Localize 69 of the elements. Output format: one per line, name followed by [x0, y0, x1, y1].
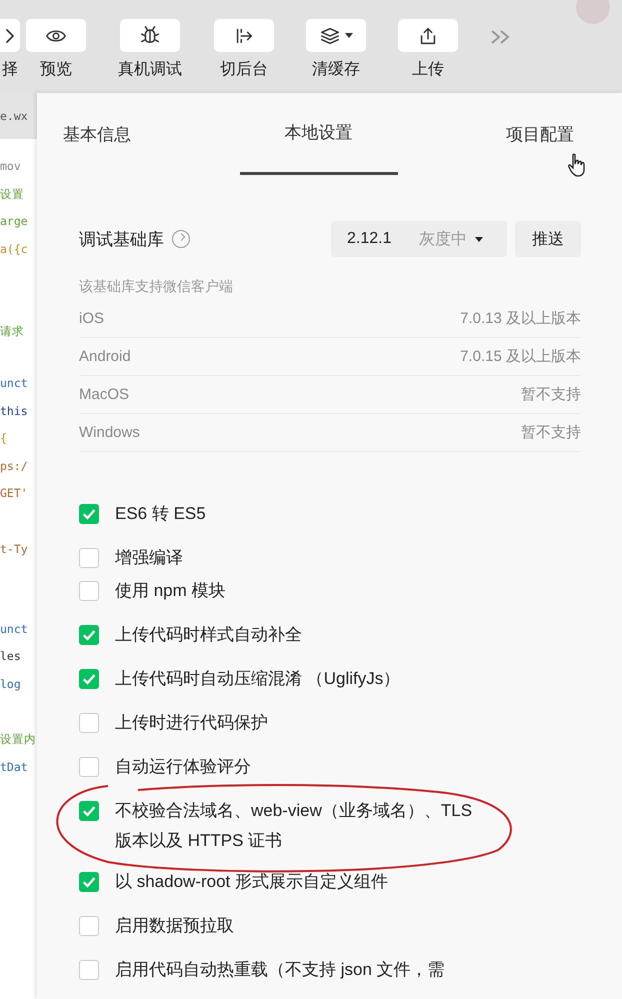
code-text: 设置 [0, 186, 25, 203]
checkbox[interactable] [79, 801, 99, 821]
checkbox[interactable] [79, 625, 99, 645]
toolbar-label: 预览 [40, 60, 72, 80]
tab[interactable]: 本地设置 [240, 93, 398, 175]
version-requirement: 暂不支持 [521, 423, 581, 443]
option-label: 上传代码时样式自动补全 [115, 624, 302, 646]
hand-cursor-icon [567, 153, 587, 177]
checkbox[interactable] [79, 548, 99, 568]
platform-name: Android [79, 347, 131, 367]
option-label: 上传代码时自动压缩混淆 （UglifyJs） [115, 668, 400, 690]
toolbar-label: 择 [2, 60, 18, 80]
option-label: 启用数据预拉取 [115, 915, 234, 937]
caret-icon [475, 236, 483, 242]
toolbar-button[interactable] [306, 19, 366, 52]
checkbox[interactable] [79, 669, 99, 689]
option-label: ES6 转 ES5 [115, 503, 206, 525]
toolbar-button[interactable] [214, 19, 274, 52]
tab[interactable]: 基本信息 [48, 93, 146, 175]
platform-name: Windows [79, 423, 140, 443]
code-text: t-Ty [0, 540, 29, 558]
code-text: mov [0, 158, 22, 175]
code-text: les [0, 648, 22, 666]
push-button[interactable]: 推送 [515, 221, 581, 257]
code-text: a({c [0, 240, 29, 258]
code-text: this [0, 402, 29, 420]
checkbox[interactable] [79, 713, 99, 733]
code-text: 设置内 [0, 731, 37, 748]
toolbar-label: 切后台 [220, 60, 268, 80]
toolbar-label: 清缓存 [312, 60, 360, 80]
checkbox[interactable] [79, 581, 99, 601]
setting-label: 调试基础库 [79, 228, 164, 250]
toolbar-label: 真机调试 [118, 60, 182, 80]
code-text: log [0, 676, 22, 693]
platform-name: iOS [79, 309, 104, 329]
code-text: unct [0, 620, 29, 638]
version-dropdown[interactable]: 2.12.1 灰度中 [331, 221, 507, 257]
code-text: ps:/ [0, 458, 29, 475]
toolbar-button[interactable] [398, 19, 458, 52]
checkbox[interactable] [79, 916, 99, 936]
checkbox[interactable] [79, 960, 99, 980]
code-text: { [0, 430, 8, 448]
option-label: 增强编译 [115, 547, 183, 569]
option-label: 以 shadow-root 形式展示自定义组件 [115, 871, 388, 893]
code-text: unct [0, 374, 29, 392]
support-title: 该基础库支持微信客户端 [79, 277, 234, 296]
code-text: GET' [0, 485, 29, 502]
more-icon[interactable] [490, 29, 512, 45]
toolbar-label: 上传 [412, 60, 444, 80]
toolbar-button[interactable] [0, 19, 20, 52]
option-label: 自动运行体验评分 [115, 756, 251, 778]
tab[interactable]: 项目配置 [491, 93, 589, 175]
code-text: arge [0, 213, 29, 230]
option-label: 使用 npm 模块 [115, 580, 226, 602]
checkbox[interactable] [79, 504, 99, 524]
file-tab[interactable]: e.wx [0, 93, 37, 139]
option-label: 启用代码自动热重载（不支持 json 文件，需 [115, 959, 445, 981]
checkbox[interactable] [79, 757, 99, 777]
option-label: 不校验合法域名、web-view（业务域名）、TLS 版本以及 HTTPS 证书 [115, 800, 474, 852]
platform-name: MacOS [79, 385, 130, 405]
toolbar-button[interactable] [120, 19, 180, 52]
version-requirement: 7.0.15 及以上版本 [460, 347, 581, 367]
version-requirement: 7.0.13 及以上版本 [460, 309, 581, 329]
version-requirement: 暂不支持 [521, 385, 581, 405]
toolbar-button[interactable] [26, 19, 86, 52]
code-text: 请求 [0, 323, 25, 340]
checkbox[interactable] [79, 872, 99, 892]
code-text: tDat [0, 758, 29, 776]
option-label: 上传时进行代码保护 [115, 712, 268, 734]
